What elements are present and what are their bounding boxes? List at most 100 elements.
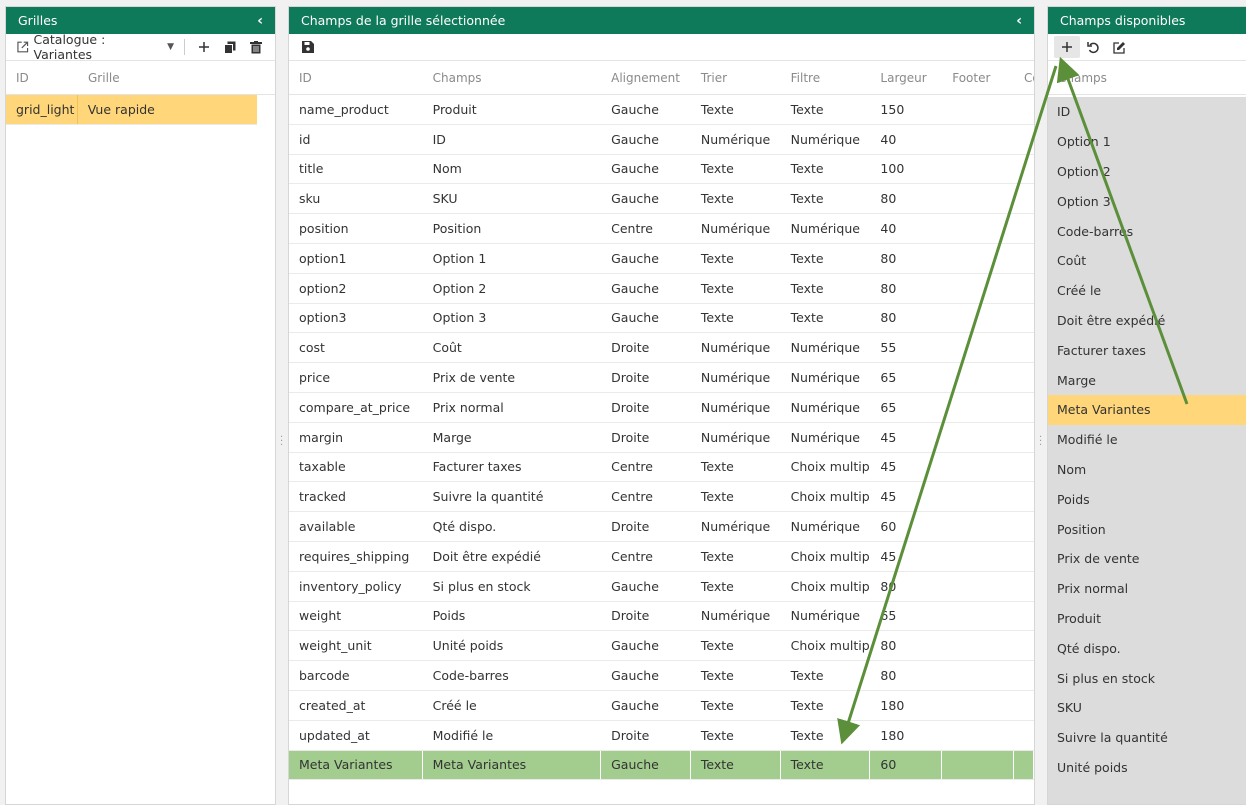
grid-row-selected[interactable]: grid_light Vue rapide: [6, 95, 257, 125]
available-field-item[interactable]: Option 1: [1048, 127, 1246, 157]
available-field-item[interactable]: Créé le: [1048, 276, 1246, 306]
field-row[interactable]: id ID Gauche Numérique Numérique 40: [289, 125, 1034, 155]
field-cell-largeur: 60: [880, 519, 897, 535]
field-row[interactable]: requires_shipping Doit être expédié Centre…: [289, 542, 1034, 572]
edit-field-button[interactable]: [1106, 36, 1132, 58]
field-cell-alignement: Gauche: [611, 578, 659, 594]
collapse-chevron-icon[interactable]: ‹: [1016, 13, 1022, 29]
available-field-item[interactable]: Position: [1048, 514, 1246, 544]
field-row[interactable]: price Prix de vente Droite Numérique Numériq…: [289, 363, 1034, 393]
field-row[interactable]: sku SKU Gauche Texte Texte 80: [289, 184, 1034, 215]
available-field-item[interactable]: Code-barres: [1048, 216, 1246, 246]
fields-table-body: name_product Produit Gauche Texte Texte 150 id…: [289, 95, 1034, 781]
field-row[interactable]: margin Marge Droite Numérique Numérique 45: [289, 423, 1034, 453]
field-row[interactable]: compare_at_price Prix normal Droite Numériq…: [289, 393, 1034, 423]
field-cell-filtre: Numérique: [790, 221, 860, 237]
field-cell-champs: Poids: [432, 608, 466, 624]
available-field-item[interactable]: Unité poids: [1048, 753, 1246, 783]
available-field-item[interactable]: Marge: [1048, 365, 1246, 395]
available-field-item[interactable]: Produit: [1048, 604, 1246, 634]
collapse-chevron-icon[interactable]: ‹: [257, 13, 263, 29]
undo-icon: [1086, 41, 1099, 53]
available-panel-title: Champs disponibles: [1060, 13, 1186, 28]
delete-grid-button[interactable]: [243, 36, 269, 58]
field-cell-filtre: Texte: [781, 750, 871, 780]
field-row[interactable]: cost Coût Droite Numérique Numérique 55: [289, 333, 1034, 364]
fields-toolbar: [289, 34, 1034, 61]
available-field-item[interactable]: Prix normal: [1048, 574, 1246, 604]
column-header-id: ID: [16, 70, 29, 85]
field-cell-trier: Texte: [700, 668, 734, 684]
available-toolbar: [1048, 34, 1246, 61]
column-header-grille: Grille: [88, 70, 120, 85]
available-field-item[interactable]: Meta Variantes: [1048, 394, 1246, 425]
field-cell-id: margin: [299, 429, 344, 445]
field-row[interactable]: taxable Facturer taxes Centre Texte Choix mu…: [289, 453, 1034, 483]
field-cell-alignement: Gauche: [611, 101, 659, 117]
available-field-item[interactable]: ID: [1048, 97, 1246, 127]
field-row-added[interactable]: Meta Variantes Meta Variantes Gauche Texte T…: [289, 750, 1034, 781]
field-row[interactable]: available Qté dispo. Droite Numérique Numéri…: [289, 512, 1034, 542]
field-cell-trier: Numérique: [700, 429, 771, 445]
column-header-trier: Trier: [700, 70, 728, 85]
available-field-item[interactable]: Doit être expédié: [1048, 306, 1246, 336]
field-cell-largeur: 65: [880, 608, 897, 624]
field-row[interactable]: weight Poids Droite Numérique Numérique 65: [289, 602, 1034, 632]
resize-grip-left[interactable]: · · ·: [280, 433, 284, 451]
available-field-item[interactable]: Suivre la quantité: [1048, 723, 1246, 753]
available-field-item[interactable]: Qté dispo.: [1048, 633, 1246, 663]
available-field-item[interactable]: Facturer taxes: [1048, 335, 1246, 365]
field-cell-filtre: Numérique: [790, 131, 860, 147]
duplicate-grid-button[interactable]: [217, 36, 243, 58]
resize-grip-right[interactable]: · · ·: [1039, 433, 1043, 451]
column-header-champs: Champs: [432, 70, 482, 85]
available-field-item[interactable]: Option 3: [1048, 186, 1246, 216]
field-cell-champs: Position: [432, 221, 482, 237]
field-row[interactable]: option3 Option 3 Gauche Texte Texte 80: [289, 304, 1034, 334]
grid-catalog-selector[interactable]: Catalogue : Variantes ▼: [12, 32, 178, 62]
field-cell-trier: Texte: [700, 310, 734, 326]
available-field-item[interactable]: Nom: [1048, 455, 1246, 485]
field-row[interactable]: title Nom Gauche Texte Texte 100: [289, 155, 1034, 185]
field-row[interactable]: inventory_policy Si plus en stock Gauche Te…: [289, 572, 1034, 602]
available-field-item[interactable]: Option 2: [1048, 157, 1246, 187]
field-cell-champs: Meta Variantes: [423, 750, 602, 780]
field-cell-alignement: Gauche: [611, 161, 659, 177]
field-cell-largeur: 65: [880, 370, 897, 386]
save-button[interactable]: [295, 36, 321, 58]
available-field-item[interactable]: Coût: [1048, 246, 1246, 276]
field-row[interactable]: updated_at Modifié le Droite Texte Texte 180: [289, 721, 1034, 751]
column-header-champs: Champs: [1058, 70, 1107, 85]
field-cell-trier: Texte: [700, 459, 734, 475]
add-grid-button[interactable]: [191, 36, 217, 58]
field-cell-id: sku: [299, 191, 321, 207]
available-field-item[interactable]: Prix de vente: [1048, 544, 1246, 574]
field-cell-alignement: Centre: [611, 489, 653, 505]
field-cell-largeur: 100: [880, 161, 905, 177]
add-field-button[interactable]: [1054, 36, 1080, 58]
field-row[interactable]: position Position Centre Numérique Numérique…: [289, 214, 1034, 244]
field-row[interactable]: weight_unit Unité poids Gauche Texte Choix m…: [289, 631, 1034, 662]
field-row[interactable]: barcode Code-barres Gauche Texte Texte 80: [289, 661, 1034, 691]
field-row[interactable]: tracked Suivre la quantité Centre Texte Choi…: [289, 482, 1034, 513]
available-field-item[interactable]: SKU: [1048, 693, 1246, 723]
column-header-filtre: Filtre: [790, 70, 821, 85]
field-row[interactable]: created_at Créé le Gauche Texte Texte 180: [289, 691, 1034, 721]
available-field-item[interactable]: Poids: [1048, 484, 1246, 514]
copy-icon: [224, 41, 236, 54]
field-row[interactable]: option1 Option 1 Gauche Texte Texte 80: [289, 244, 1034, 274]
field-cell-alignement: Gauche: [611, 310, 659, 326]
grids-table-header: ID Grille: [6, 61, 275, 95]
column-header-footer: Footer: [952, 70, 991, 85]
field-cell-id: title: [299, 161, 324, 177]
field-cell-alignement: Droite: [611, 340, 650, 356]
available-field-item[interactable]: Modifié le: [1048, 425, 1246, 455]
field-cell-alignement: Gauche: [611, 638, 659, 654]
field-row[interactable]: name_product Produit Gauche Texte Texte 150: [289, 95, 1034, 125]
refresh-button[interactable]: [1080, 36, 1106, 58]
field-row[interactable]: option2 Option 2 Gauche Texte Texte 80: [289, 274, 1034, 304]
available-field-item[interactable]: Si plus en stock: [1048, 663, 1246, 693]
available-panel-header: Champs disponibles: [1048, 7, 1246, 34]
field-cell-trier: Texte: [700, 101, 734, 117]
field-cell-filtre: Texte: [790, 697, 824, 713]
